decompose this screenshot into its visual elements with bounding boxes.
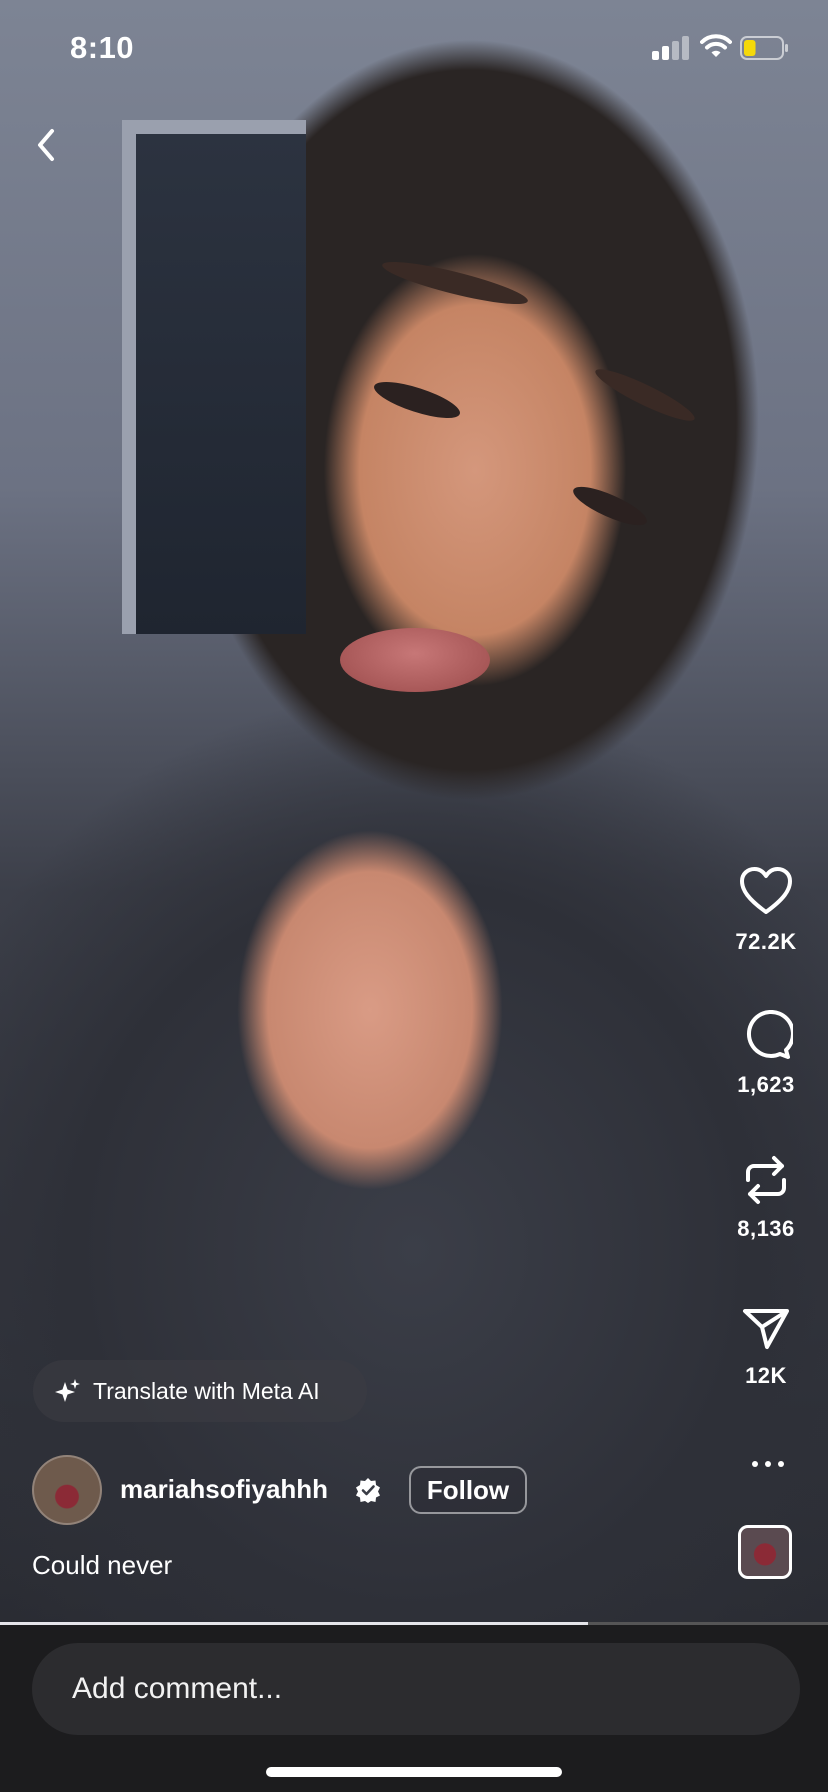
verified-badge-icon xyxy=(356,1478,380,1503)
wifi-icon xyxy=(700,34,732,57)
video-detail xyxy=(591,361,699,429)
send-icon[interactable] xyxy=(741,1305,791,1351)
share-action[interactable]: 12K xyxy=(730,1305,802,1389)
cellular-signal-icon xyxy=(652,36,690,60)
comment-input[interactable]: Add comment... xyxy=(32,1643,800,1735)
avatar[interactable] xyxy=(32,1455,102,1525)
more-icon[interactable] xyxy=(748,1452,788,1476)
background-doorway xyxy=(122,120,306,634)
share-count: 12K xyxy=(745,1363,787,1388)
video-detail xyxy=(379,254,531,312)
video-detail xyxy=(340,628,490,692)
status-time: 8:10 xyxy=(70,30,135,65)
back-chevron-icon[interactable] xyxy=(30,125,64,165)
video-detail xyxy=(568,479,652,533)
translate-button[interactable]: Translate with Meta AI xyxy=(33,1360,367,1422)
translate-label: Translate with Meta AI xyxy=(93,1377,320,1404)
heart-icon[interactable] xyxy=(738,865,794,917)
sparkle-icon xyxy=(55,1379,80,1402)
username[interactable]: mariahsofiyahhh xyxy=(120,1474,328,1505)
home-indicator[interactable] xyxy=(266,1767,562,1777)
post-caption: Could never xyxy=(32,1550,173,1580)
repost-action[interactable]: 8,136 xyxy=(730,1150,802,1242)
comment-bubble-icon[interactable] xyxy=(739,1010,793,1060)
repost-icon[interactable] xyxy=(740,1150,792,1210)
audio-thumbnail[interactable] xyxy=(738,1525,792,1579)
comment-action[interactable]: 1,623 xyxy=(730,1010,802,1098)
video-detail xyxy=(370,374,464,426)
bottom-bar: Add comment... xyxy=(0,1625,828,1792)
status-bar: 8:10 xyxy=(0,0,828,100)
like-action[interactable]: 72.2K xyxy=(730,865,802,955)
battery-icon xyxy=(740,36,788,60)
comment-count: 1,623 xyxy=(737,1072,795,1097)
repost-count: 8,136 xyxy=(737,1216,795,1241)
like-count: 72.2K xyxy=(735,929,797,954)
follow-button[interactable]: Follow xyxy=(409,1466,527,1514)
